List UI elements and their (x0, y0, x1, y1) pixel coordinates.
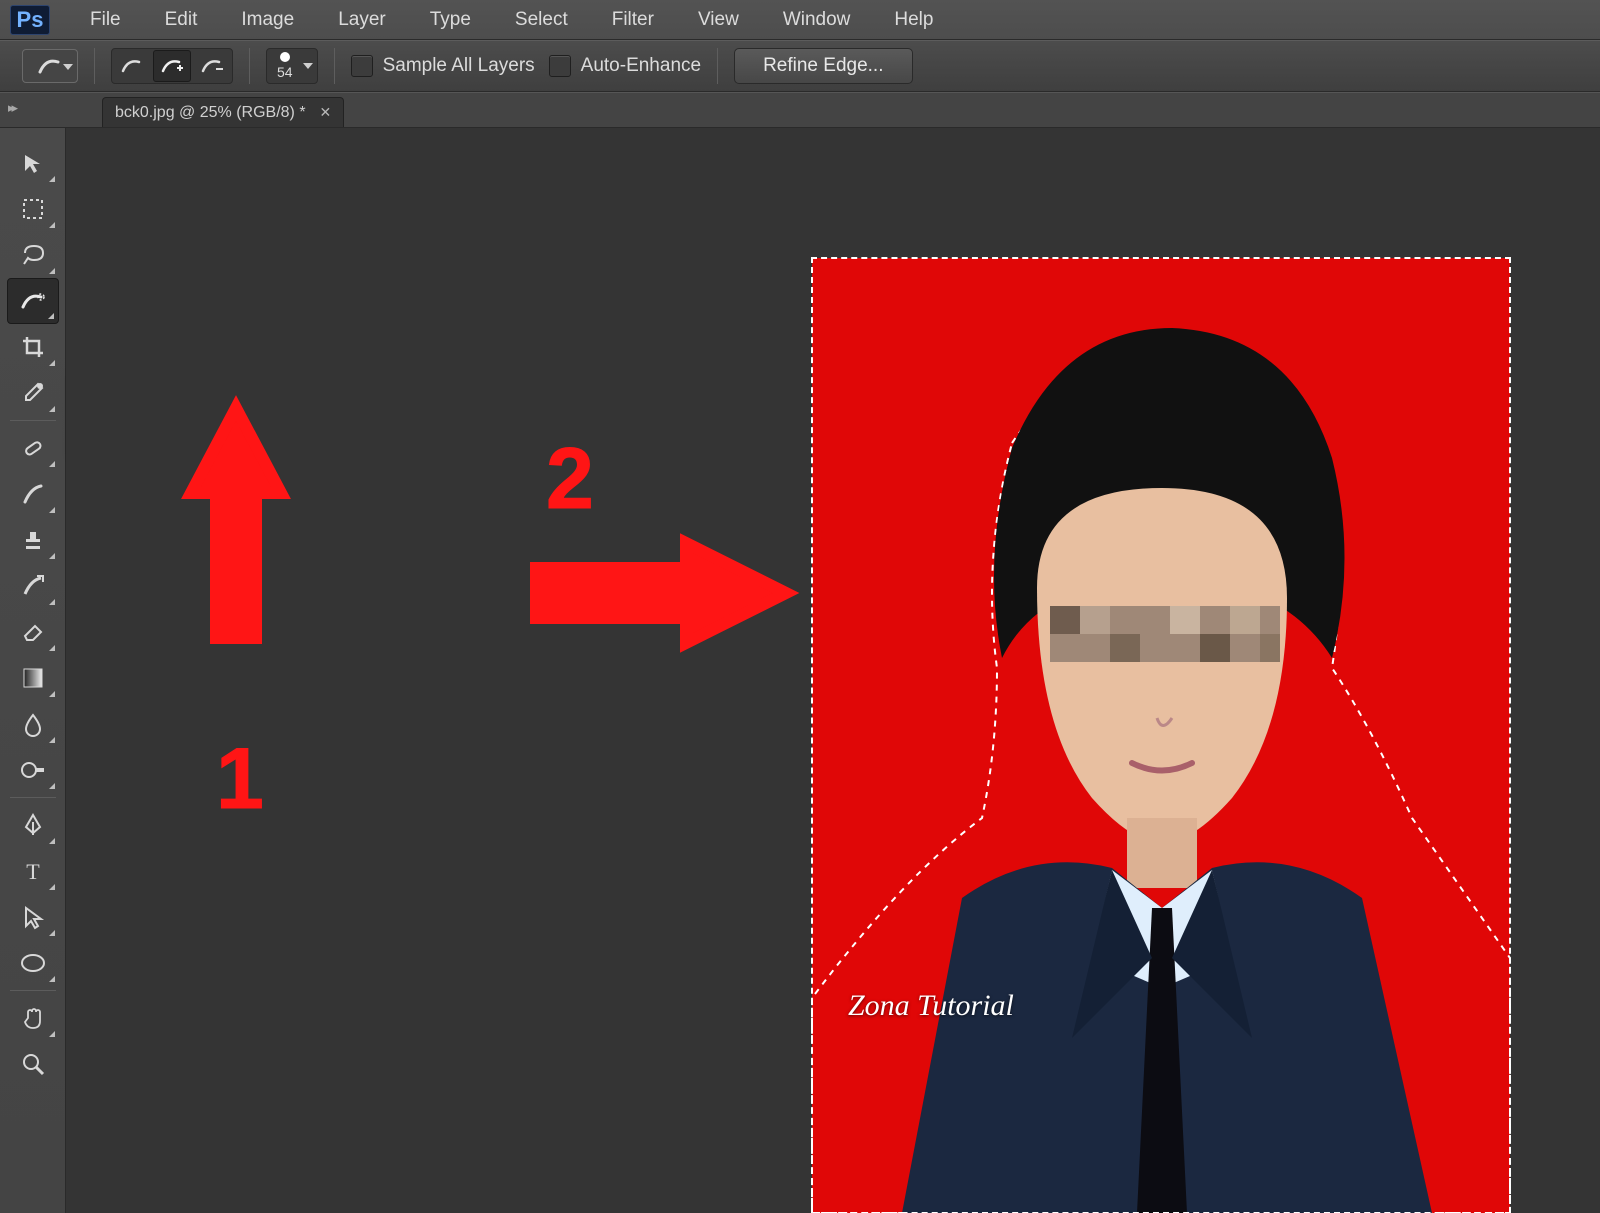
collapse-panel-icon[interactable]: ▸▸ (8, 100, 15, 116)
menu-layer[interactable]: Layer (316, 9, 408, 31)
move-tool[interactable] (7, 140, 59, 186)
subtract-from-selection-button[interactable] (193, 50, 231, 82)
dodge-icon (20, 759, 46, 781)
quick-selection-tool[interactable] (7, 278, 59, 324)
watermark-text: Zona Tutorial (848, 989, 1014, 1023)
brush-size-value: 54 (277, 64, 293, 80)
eraser-tool[interactable] (7, 609, 59, 655)
marquee-tool[interactable] (7, 186, 59, 232)
arrow-cursor-icon (23, 906, 43, 928)
brush-minus-icon (201, 57, 223, 75)
history-brush-tool[interactable] (7, 563, 59, 609)
brush-size-picker[interactable]: 54 (266, 48, 318, 84)
eyedropper-tool[interactable] (7, 370, 59, 416)
path-selection-tool[interactable] (7, 894, 59, 940)
clone-stamp-tool[interactable] (7, 517, 59, 563)
document-tab[interactable]: bck0.jpg @ 25% (RGB/8) * ✕ (102, 97, 344, 127)
gradient-icon (22, 667, 44, 689)
sample-all-layers-label: Sample All Layers (383, 55, 535, 77)
menu-file[interactable]: File (68, 9, 143, 31)
menu-image[interactable]: Image (219, 9, 316, 31)
annotation-arrow-2: 2 (496, 428, 816, 638)
history-brush-icon (21, 574, 45, 598)
canvas-image[interactable]: Zona Tutorial (812, 258, 1510, 1213)
canvas-area[interactable]: 1 2 (66, 128, 1600, 1213)
blur-icon (22, 712, 44, 736)
auto-enhance-label: Auto-Enhance (581, 55, 701, 77)
zoom-icon (21, 1052, 45, 1076)
portrait-illustration (812, 258, 1510, 1213)
menu-select[interactable]: Select (493, 9, 590, 31)
annotation-arrow-1: 1 (166, 408, 306, 828)
add-to-selection-button[interactable] (153, 50, 191, 82)
menu-type[interactable]: Type (408, 9, 493, 31)
menu-edit[interactable]: Edit (143, 9, 220, 31)
brush-icon (121, 57, 143, 75)
svg-text:T: T (26, 859, 40, 884)
selection-mode-group (111, 48, 233, 84)
document-tab-title: bck0.jpg @ 25% (RGB/8) * (115, 104, 306, 122)
eraser-icon (21, 620, 45, 644)
gradient-tool[interactable] (7, 655, 59, 701)
annotation-number-2: 2 (546, 431, 594, 527)
brush-dot-icon (280, 52, 290, 62)
tool-preset-picker[interactable] (22, 49, 78, 83)
menu-filter[interactable]: Filter (590, 9, 676, 31)
app-logo[interactable]: Ps (10, 5, 50, 35)
auto-enhance-checkbox[interactable]: Auto-Enhance (549, 55, 701, 77)
brush-tool[interactable] (7, 471, 59, 517)
type-icon: T (22, 860, 44, 882)
ellipse-icon (20, 953, 46, 973)
close-tab-icon[interactable]: ✕ (320, 104, 332, 121)
checkbox-icon (549, 55, 571, 77)
blur-tool[interactable] (7, 701, 59, 747)
document-tab-bar: ▸▸ bck0.jpg @ 25% (RGB/8) * ✕ (0, 92, 1600, 128)
brush-plus-icon (161, 57, 183, 75)
shape-tool[interactable] (7, 940, 59, 986)
crop-tool[interactable] (7, 324, 59, 370)
pen-icon (22, 813, 44, 837)
bandaid-icon (21, 436, 45, 460)
brush-icon (38, 56, 62, 76)
menu-help[interactable]: Help (872, 9, 955, 31)
crop-icon (21, 335, 45, 359)
menu-view[interactable]: View (676, 9, 761, 31)
options-bar: 54 Sample All Layers Auto-Enhance Refine… (0, 40, 1600, 92)
new-selection-button[interactable] (113, 50, 151, 82)
workspace: T Quick Selection Tool W Magic Wand Tool… (0, 128, 1600, 1213)
move-icon (21, 151, 45, 175)
hand-tool[interactable] (7, 995, 59, 1041)
refine-edge-button[interactable]: Refine Edge... (734, 48, 912, 84)
chevron-down-icon (303, 63, 313, 69)
menu-bar: Ps File Edit Image Layer Type Select Fil… (0, 0, 1600, 40)
dodge-tool[interactable] (7, 747, 59, 793)
healing-brush-tool[interactable] (7, 425, 59, 471)
checkbox-icon (351, 55, 373, 77)
lasso-icon (20, 243, 46, 267)
sample-all-layers-checkbox[interactable]: Sample All Layers (351, 55, 535, 77)
annotation-number-1: 1 (216, 731, 264, 827)
eyedropper-icon (21, 381, 45, 405)
type-tool[interactable]: T (7, 848, 59, 894)
menu-window[interactable]: Window (761, 9, 873, 31)
hand-icon (22, 1006, 44, 1030)
stamp-icon (21, 528, 45, 552)
quick-selection-icon (20, 290, 46, 312)
tools-panel: T (0, 128, 66, 1213)
zoom-tool[interactable] (7, 1041, 59, 1087)
marquee-icon (21, 197, 45, 221)
lasso-tool[interactable] (7, 232, 59, 278)
pen-tool[interactable] (7, 802, 59, 848)
brush-icon (21, 482, 45, 506)
